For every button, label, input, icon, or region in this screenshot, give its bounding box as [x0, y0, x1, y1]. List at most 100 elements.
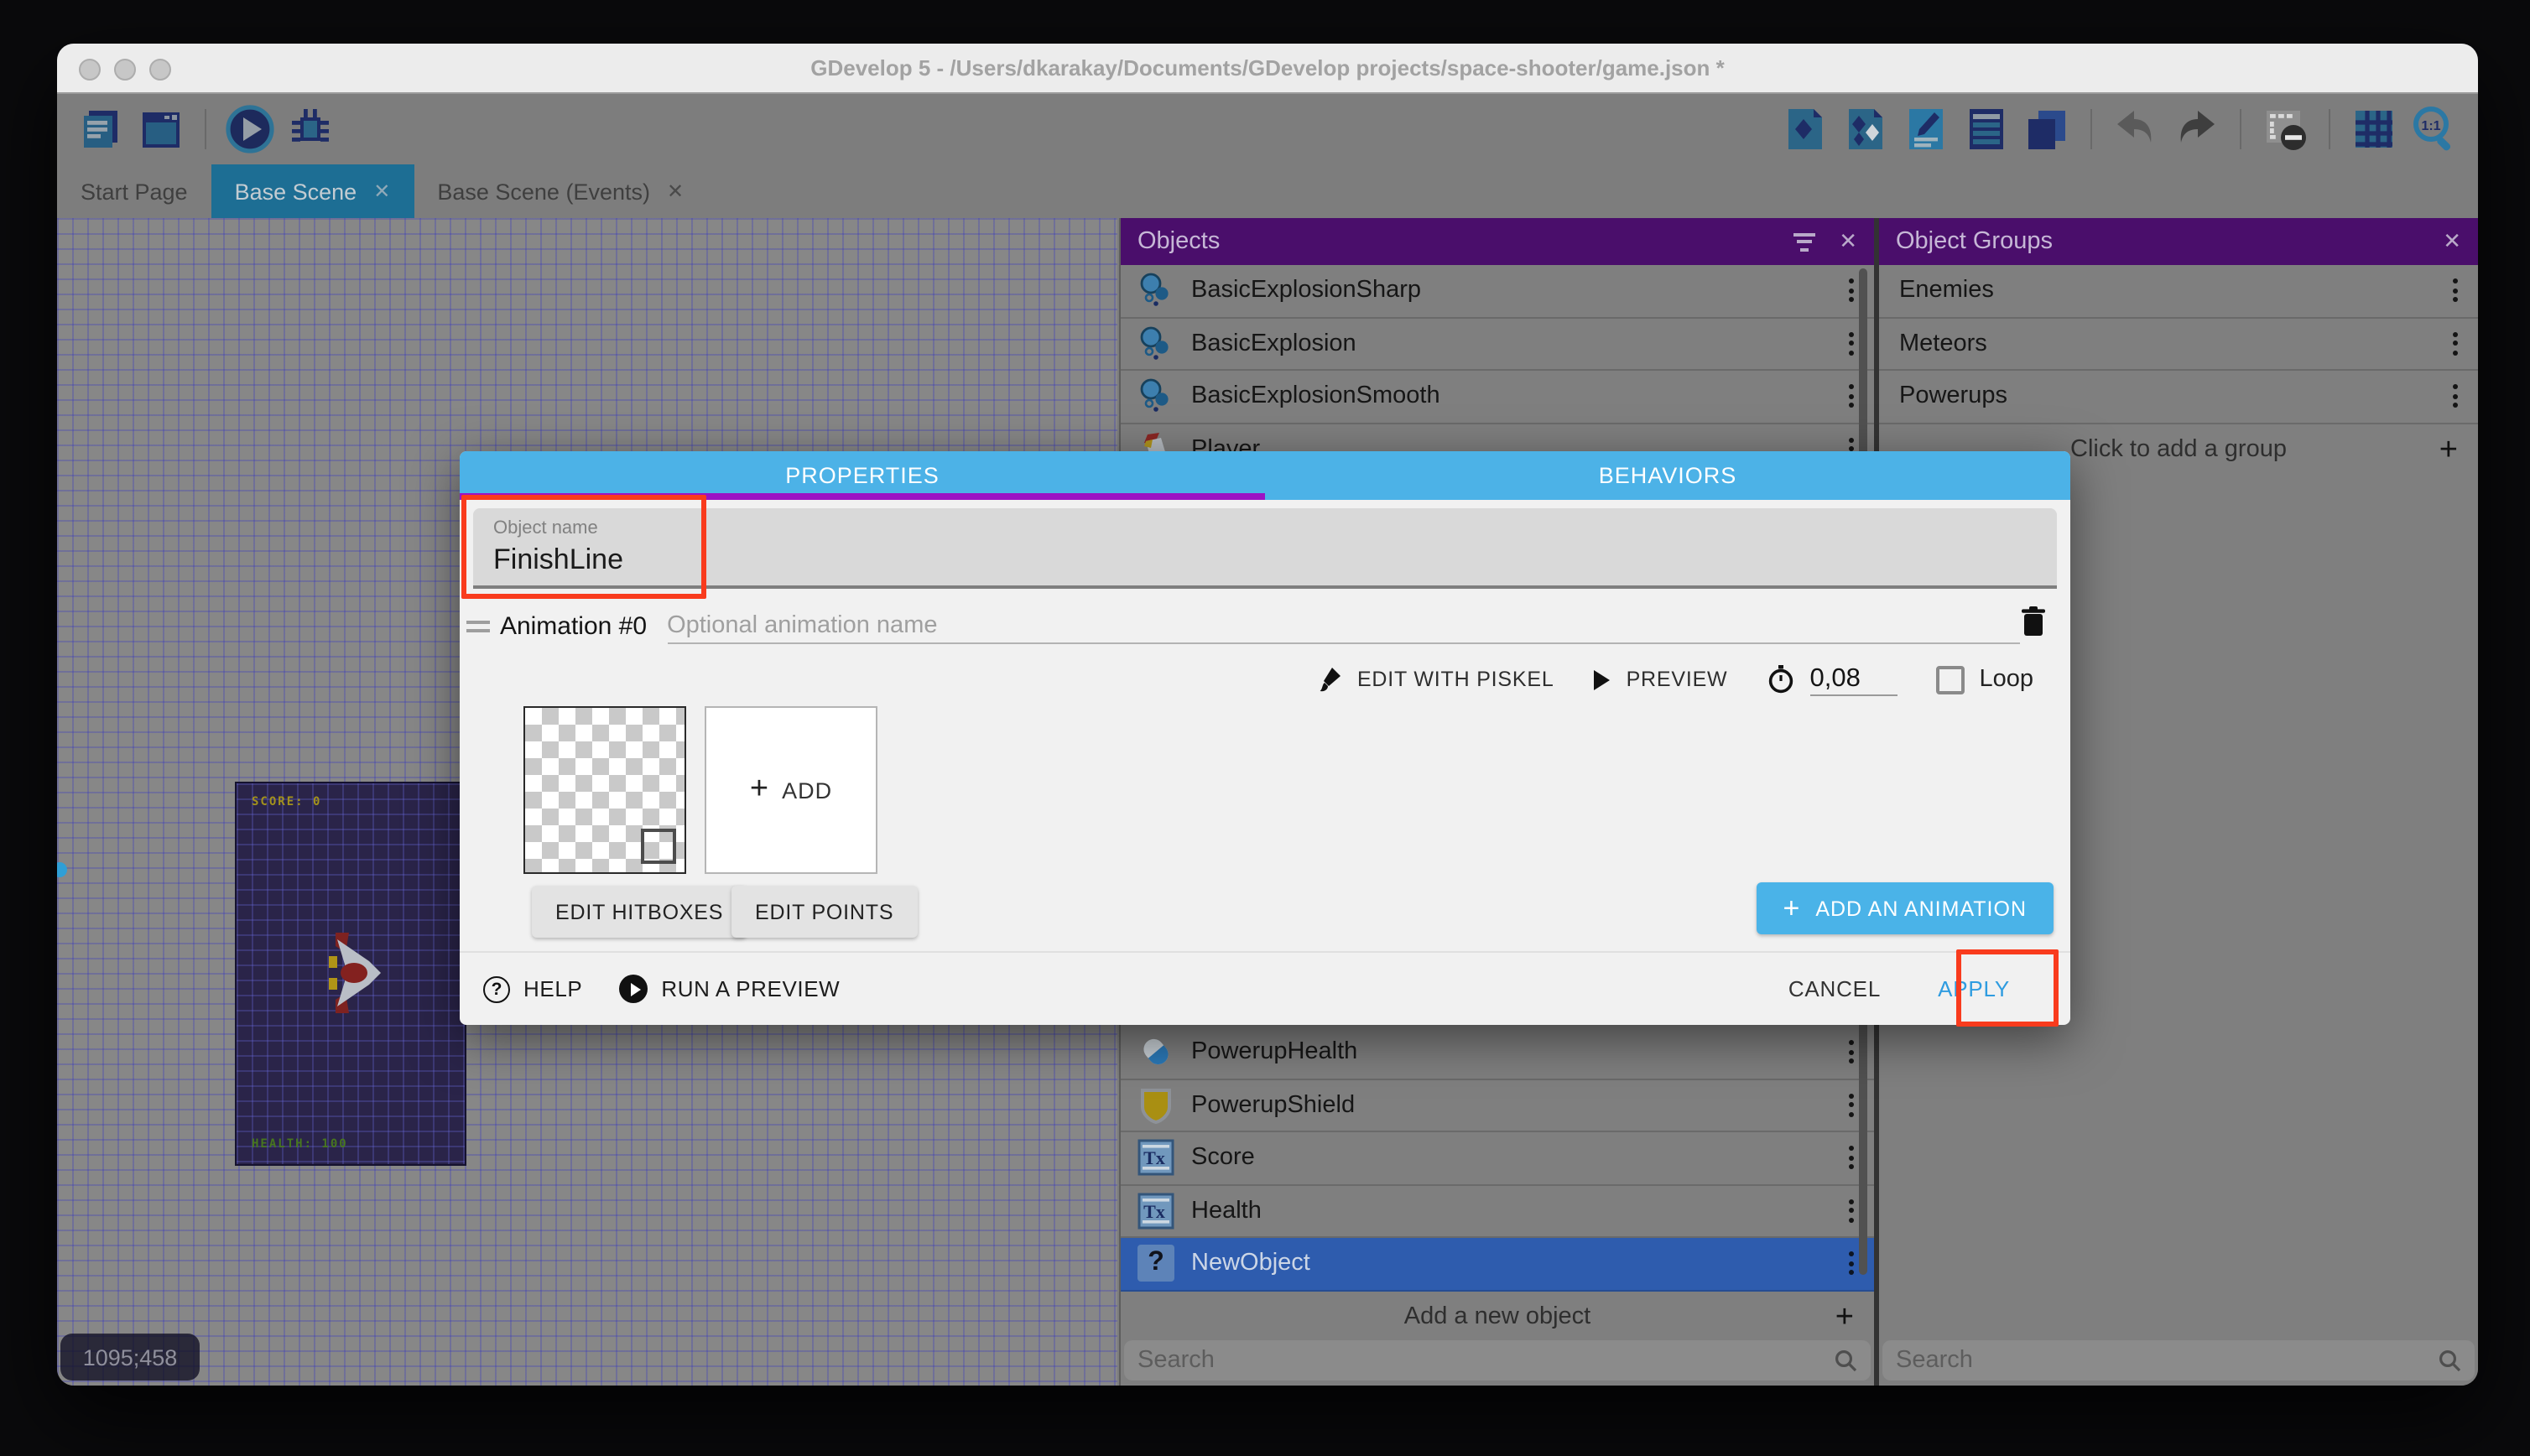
annotation-box-object-name: [461, 495, 706, 599]
game-scene-area[interactable]: SCORE: 0 HEALTH: 100: [235, 782, 466, 1166]
object-menu-icon[interactable]: [1842, 276, 1861, 306]
object-row[interactable]: Tx Health: [1121, 1185, 1874, 1238]
object-menu-icon[interactable]: [1842, 382, 1861, 412]
object-menu-icon[interactable]: [1842, 1196, 1861, 1226]
tab-base-scene[interactable]: Base Scene ✕: [211, 164, 414, 218]
object-name-field[interactable]: Object name FinishLine: [473, 508, 2057, 589]
edit-with-piskel-button[interactable]: EDIT WITH PISKEL: [1357, 668, 1554, 691]
add-new-object-button[interactable]: Add a new object +: [1121, 1291, 1874, 1344]
group-row[interactable]: Meteors: [1879, 318, 2478, 371]
plus-icon: +: [1783, 892, 1800, 925]
animation-name-input[interactable]: [667, 607, 2020, 644]
cancel-button[interactable]: CANCEL: [1788, 976, 1881, 1001]
group-name: Meteors: [1899, 330, 1987, 357]
object-name-value[interactable]: FinishLine: [493, 543, 2037, 577]
object-menu-icon[interactable]: [1842, 1090, 1861, 1121]
player-ship-sprite[interactable]: [324, 931, 384, 1015]
group-menu-icon[interactable]: [2446, 276, 2465, 306]
object-groups-header: Object Groups ✕: [1879, 218, 2478, 265]
main-toolbar: 1:1: [57, 94, 2478, 164]
preview-button[interactable]: PREVIEW: [1627, 668, 1728, 691]
properties-icon[interactable]: [1901, 104, 1951, 154]
object-menu-icon[interactable]: [1842, 1249, 1861, 1279]
close-panel-icon[interactable]: ✕: [1839, 228, 1857, 255]
window-title: GDevelop 5 - /Users/dkarakay/Documents/G…: [57, 55, 2478, 81]
project-manager-icon[interactable]: [75, 104, 126, 154]
animation-frame-thumbnail[interactable]: [523, 706, 686, 874]
close-panel-icon[interactable]: ✕: [2443, 228, 2461, 255]
add-animation-button[interactable]: + ADD AN ANIMATION: [1756, 882, 2054, 934]
play-icon[interactable]: [225, 104, 275, 154]
object-menu-icon[interactable]: [1842, 1037, 1861, 1068]
minimize-window-button[interactable]: [114, 58, 136, 80]
add-frame-button[interactable]: + ADD: [705, 706, 877, 874]
loop-checkbox[interactable]: [1935, 665, 1964, 694]
time-between-frames-input[interactable]: [1809, 663, 1897, 695]
instances-list-icon[interactable]: [1961, 104, 2012, 154]
tab-base-scene-events[interactable]: Base Scene (Events) ✕: [414, 164, 707, 218]
tab-label: Base Scene: [235, 179, 357, 204]
close-window-button[interactable]: [79, 58, 101, 80]
object-row[interactable]: PowerupShield: [1121, 1079, 1874, 1132]
close-tab-icon[interactable]: ✕: [373, 179, 390, 203]
add-object-label: Add a new object: [1404, 1304, 1591, 1331]
object-name-label: Object name: [493, 518, 2037, 538]
object-groups-icon[interactable]: [1840, 104, 1891, 154]
grid-icon[interactable]: [2349, 104, 2399, 154]
title-bar: GDevelop 5 - /Users/dkarakay/Documents/G…: [57, 44, 2478, 94]
close-tab-icon[interactable]: ✕: [667, 179, 684, 203]
object-menu-icon[interactable]: [1842, 329, 1861, 359]
add-group-label: Click to add a group: [2070, 437, 2287, 464]
delete-animation-icon[interactable]: [2020, 606, 2047, 646]
undo-icon[interactable]: [2111, 104, 2161, 154]
scene-score-text: SCORE: 0: [252, 795, 321, 809]
object-name: BasicExplosionSmooth: [1191, 383, 1440, 410]
run-preview-button[interactable]: RUN A PREVIEW: [619, 975, 840, 1003]
zoom-1-1-icon[interactable]: 1:1: [2409, 104, 2460, 154]
groups-search: [1882, 1340, 2475, 1381]
object-name: PowerupShield: [1191, 1092, 1355, 1119]
groups-search-input[interactable]: [1896, 1347, 2438, 1374]
toolbar-separator: [205, 109, 206, 149]
objects-panel-title: Objects: [1137, 228, 1220, 255]
objects-search-input[interactable]: [1137, 1347, 1834, 1374]
object-menu-icon[interactable]: [1842, 1143, 1861, 1173]
object-name: PowerupHealth: [1191, 1039, 1357, 1066]
object-row[interactable]: BasicExplosionSharp: [1121, 265, 1874, 318]
deselect-instances-icon[interactable]: [2260, 104, 2310, 154]
scene-editor-icon[interactable]: [136, 104, 186, 154]
text-object-icon: Tx: [1137, 1140, 1174, 1177]
objects-list-icon[interactable]: [1780, 104, 1830, 154]
scene-health-text: HEALTH: 100: [252, 1137, 348, 1151]
drag-handle-icon[interactable]: [466, 620, 490, 632]
object-row-selected[interactable]: ? NewObject: [1121, 1238, 1874, 1291]
tab-start-page[interactable]: Start Page: [57, 164, 211, 218]
group-row[interactable]: Powerups: [1879, 371, 2478, 424]
group-menu-icon[interactable]: [2446, 382, 2465, 412]
object-row[interactable]: Tx Score: [1121, 1132, 1874, 1185]
object-row[interactable]: BasicExplosion: [1121, 318, 1874, 371]
explosion-icon: [1137, 325, 1174, 362]
layers-icon[interactable]: [2022, 104, 2072, 154]
selection-handle[interactable]: [57, 862, 67, 877]
zoom-window-button[interactable]: [149, 58, 171, 80]
group-row[interactable]: Enemies: [1879, 265, 2478, 318]
edit-points-button[interactable]: EDIT POINTS: [731, 886, 917, 938]
objects-list-bottom: PowerupHealth PowerupShield Tx Score Tx …: [1121, 1027, 1874, 1344]
tab-behaviors[interactable]: BEHAVIORS: [1265, 451, 2070, 500]
toolbar-separator: [2329, 109, 2330, 149]
edit-hitboxes-button[interactable]: EDIT HITBOXES: [532, 886, 747, 938]
text-object-icon: Tx: [1137, 1193, 1174, 1230]
group-menu-icon[interactable]: [2446, 329, 2465, 359]
explosion-icon: [1137, 378, 1174, 415]
svg-text:1:1: 1:1: [2421, 119, 2440, 133]
debug-icon[interactable]: [285, 104, 336, 154]
object-row[interactable]: BasicExplosionSmooth: [1121, 371, 1874, 424]
help-button[interactable]: ? HELP: [483, 975, 582, 1002]
object-groups-title: Object Groups: [1896, 228, 2053, 255]
dialog-tabs: PROPERTIES BEHAVIORS: [460, 451, 2070, 500]
object-row[interactable]: PowerupHealth: [1121, 1027, 1874, 1079]
question-icon: ?: [1137, 1245, 1174, 1282]
filter-icon[interactable]: [1793, 232, 1815, 251]
redo-icon[interactable]: [2171, 104, 2221, 154]
